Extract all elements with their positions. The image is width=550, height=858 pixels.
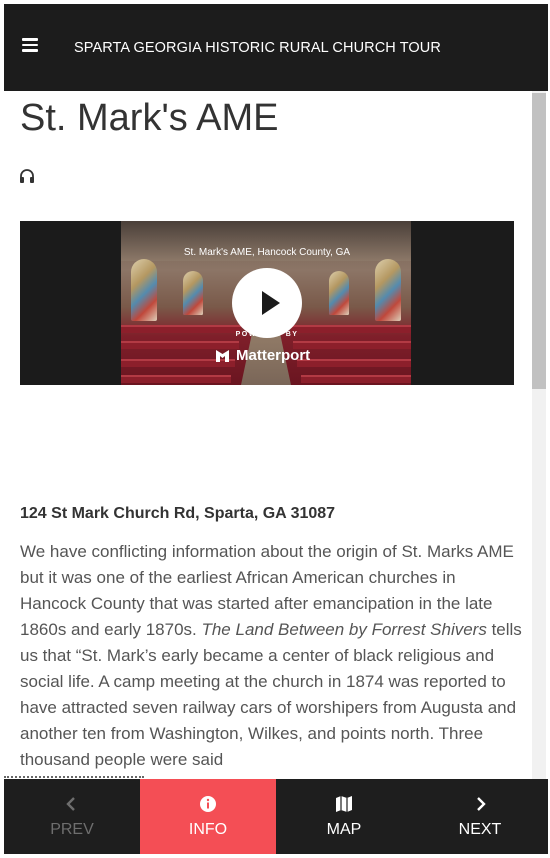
map-button[interactable]: MAP xyxy=(276,779,412,854)
matterport-video-embed[interactable]: St. Mark's AME, Hancock County, GA POWER… xyxy=(20,221,514,385)
bottom-navigation: PREV INFO MAP NEXT xyxy=(4,779,548,854)
matterport-brand: Matterport xyxy=(236,346,311,364)
next-button[interactable]: NEXT xyxy=(412,779,548,854)
play-button[interactable] xyxy=(232,268,302,338)
info-icon xyxy=(200,796,216,812)
prev-label: PREV xyxy=(50,821,94,838)
powered-by-label: POWERED BY xyxy=(235,331,299,338)
map-label: MAP xyxy=(326,821,362,838)
app-frame: SPARTA GEORGIA HISTORIC RURAL CHURCH TOU… xyxy=(4,4,548,854)
hamburger-icon[interactable] xyxy=(22,38,38,52)
main-content[interactable]: St. Mark's AME St. Mark's AME, Hancock C… xyxy=(4,91,530,781)
matterport-mark-icon xyxy=(216,349,229,362)
top-app-bar: SPARTA GEORGIA HISTORIC RURAL CHURCH TOU… xyxy=(4,4,548,91)
page-title: St. Mark's AME xyxy=(20,97,279,139)
description-paragraph: We have conflicting information about th… xyxy=(20,539,522,773)
matterport-logo: Matterport xyxy=(215,345,310,365)
divider xyxy=(4,776,144,778)
scrollbar-thumb[interactable] xyxy=(532,93,546,389)
headphones-icon[interactable] xyxy=(19,169,35,183)
next-label: NEXT xyxy=(458,821,502,838)
chevron-right-icon xyxy=(477,797,486,811)
map-icon xyxy=(336,796,352,812)
church-address: 124 St Mark Church Rd, Sparta, GA 31087 xyxy=(20,505,336,522)
chevron-left-icon xyxy=(66,797,75,811)
info-button[interactable]: INFO xyxy=(140,779,276,854)
app-title: SPARTA GEORGIA HISTORIC RURAL CHURCH TOU… xyxy=(74,40,441,56)
info-label: INFO xyxy=(188,821,228,838)
play-icon xyxy=(262,291,280,315)
book-title: The Land Between by Forrest Shivers xyxy=(201,620,487,639)
prev-button[interactable]: PREV xyxy=(4,779,140,854)
scrollbar[interactable] xyxy=(532,91,546,781)
video-caption: St. Mark's AME, Hancock County, GA xyxy=(183,247,351,258)
description-text-2: tells us that “St. Mark’s early became a… xyxy=(20,620,522,769)
